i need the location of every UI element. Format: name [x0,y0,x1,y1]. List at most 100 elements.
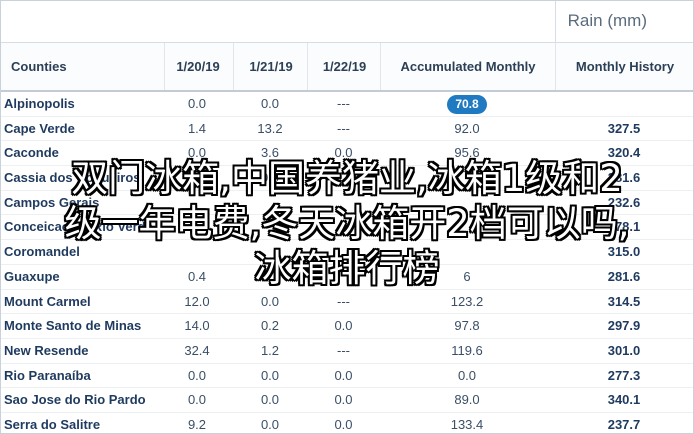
county-name: Caconde [4,145,59,161]
rain-1-20-19: 0.0 [187,96,207,111]
rain-1-21-19: 0.0 [260,392,280,408]
accumulated-monthly: 133.4 [450,416,484,432]
rain-1-22-19: --- [337,293,350,309]
rain-1-22-19: 0.0 [334,318,353,334]
accumulated-monthly: 89.0 [454,392,480,408]
rain-1-20-19 [164,215,230,239]
monthly-history: 297.9 [607,318,641,334]
rain-1-22-19: 0.0 [334,416,353,432]
table-row[interactable]: Cape Verde 1.4 13.2 --- 92.0 327.5 [1,117,693,142]
monthly-history: 281.6 [607,268,641,284]
monthly-history [555,92,693,116]
monthly-history: 278.1 [607,219,641,235]
accumulated-monthly [380,240,554,264]
table-header: Counties 1/20/19 1/21/19 1/22/19 Accumul… [1,43,693,92]
county-name: Sao Jose do Rio Pardo [4,392,146,408]
table-row[interactable]: Guaxupe 0.4 6 281.6 [1,265,693,290]
rain-1-20-19: 14.0 [184,318,210,334]
accumulated-monthly: 6 [463,268,471,284]
column-header-1-21-19[interactable]: 1/21/19 [233,43,308,90]
rain-1-21-19 [233,215,307,239]
rain-1-20-19: 0.0 [187,367,207,383]
rain-1-20-19: 12.0 [184,293,210,309]
rain-1-21-19: 0.0 [260,293,280,309]
table-row[interactable]: Campos Gerais 232.6 [1,191,693,216]
accumulated-badge: 70.8 [447,95,487,114]
rain-table-widget: Rain (mm) Counties 1/20/19 1/21/19 1/22/… [0,0,694,434]
rain-1-20-19: 1.4 [187,120,207,136]
column-divider [555,1,556,42]
rain-1-21-19 [233,240,307,264]
monthly-history: 340.1 [607,392,641,408]
rain-1-21-19: 3.6 [260,145,280,161]
rain-1-21-19: 0.0 [260,96,280,111]
column-header-1-22-19[interactable]: 1/22/19 [307,43,381,90]
table-row[interactable]: Caconde 0.0 3.6 0.0 95.6 320.4 [1,141,693,167]
rain-1-21-19: 0.2 [260,318,280,334]
accumulated-monthly [380,191,554,215]
rain-1-20-19: 0.4 [187,268,207,284]
accumulated-monthly: 92.0 [454,120,480,136]
county-name: Campos Gerais [4,194,100,210]
rain-1-22-19 [307,191,380,215]
rain-1-20-19: 0.0 [187,145,207,161]
table-row[interactable]: Cassia dos Coqueiros 0.0 0.0 0.0 281.6 [1,166,693,191]
accumulated-monthly [380,166,554,190]
rain-1-22-19: --- [337,342,350,358]
table-body: Alpinopolis 0.0 0.0 --- 70.8 Cape Verde 1.4 13.… [1,92,693,433]
column-header-1-20-19[interactable]: 1/20/19 [164,43,231,90]
rain-1-20-19 [164,240,230,264]
accumulated-monthly: 119.6 [451,342,483,358]
rain-1-21-19 [233,191,307,215]
county-name: Cassia dos Coqueiros [4,170,141,186]
monthly-history: 315.0 [607,244,641,260]
county-name: Serra do Salitre [4,416,101,432]
accumulated-monthly [380,215,554,239]
table-row[interactable]: Serra do Salitre 9.2 0.0 0.0 133.4 237.7 [1,413,693,433]
monthly-history: 237.7 [607,416,641,432]
monthly-history: 314.5 [607,293,641,309]
rain-1-22-19: 0.0 [334,170,353,186]
county-name: Coromandel [4,244,80,260]
rain-1-21-19: 0.0 [260,367,280,383]
table-row[interactable]: Alpinopolis 0.0 0.0 --- 70.8 [1,92,693,117]
table-group-header-row: Rain (mm) [1,1,693,43]
rain-1-20-19: 0.0 [187,170,207,186]
table-row[interactable]: Coromandel 315.0 [1,240,693,265]
rain-1-22-19 [307,215,380,239]
rain-group-title: Rain (mm) [567,11,647,30]
monthly-history: 277.3 [607,367,641,383]
county-name: Alpinopolis [4,96,75,111]
rain-1-22-19: --- [337,96,350,111]
county-name: Conceicao do Rio Verde [4,219,153,235]
table-row[interactable]: New Resende 32.4 1.2 --- 119.6 301.0 [1,339,693,364]
rain-1-22-19: --- [337,120,350,136]
rain-1-21-19: 1.2 [260,342,280,358]
county-name: Cape Verde [4,120,75,136]
table-row[interactable]: Monte Santo de Minas 14.0 0.2 0.0 97.8 297.9 [1,314,693,339]
monthly-history: 327.5 [607,120,641,136]
county-name: Monte Santo de Minas [4,318,142,334]
rain-1-22-19 [307,240,380,264]
monthly-history: 301.0 [607,342,641,358]
table-row[interactable]: Sao Jose do Rio Pardo 0.0 0.0 0.0 89.0 340.1 [1,388,693,413]
column-header-accumulated-monthly[interactable]: Accumulated Monthly [380,43,555,90]
table-row[interactable]: Mount Carmel 12.0 0.0 --- 123.2 314.5 [1,290,693,315]
rain-1-21-19 [233,265,307,289]
accumulated-monthly: 123.2 [450,293,484,309]
county-name: Guaxupe [4,268,60,284]
rain-1-22-19 [307,265,380,289]
county-name: Rio Paranaíba [4,367,91,383]
table-row[interactable]: Conceicao do Rio Verde 278.1 [1,215,693,241]
rain-1-21-19: 0.0 [260,416,280,432]
rain-1-22-19: 0.0 [334,367,353,383]
rain-1-20-19 [164,191,230,215]
table-row[interactable]: Rio Paranaíba 0.0 0.0 0.0 0.0 277.3 [1,364,693,389]
column-header-monthly-history[interactable]: Monthly History [555,43,693,90]
accumulated-monthly: 0.0 [457,367,477,383]
accumulated-monthly: 97.8 [454,318,480,334]
column-header-counties[interactable]: Counties [1,43,164,90]
monthly-history: 281.6 [607,170,641,186]
accumulated-monthly: 95.6 [454,145,480,161]
monthly-history: 232.6 [607,194,641,210]
